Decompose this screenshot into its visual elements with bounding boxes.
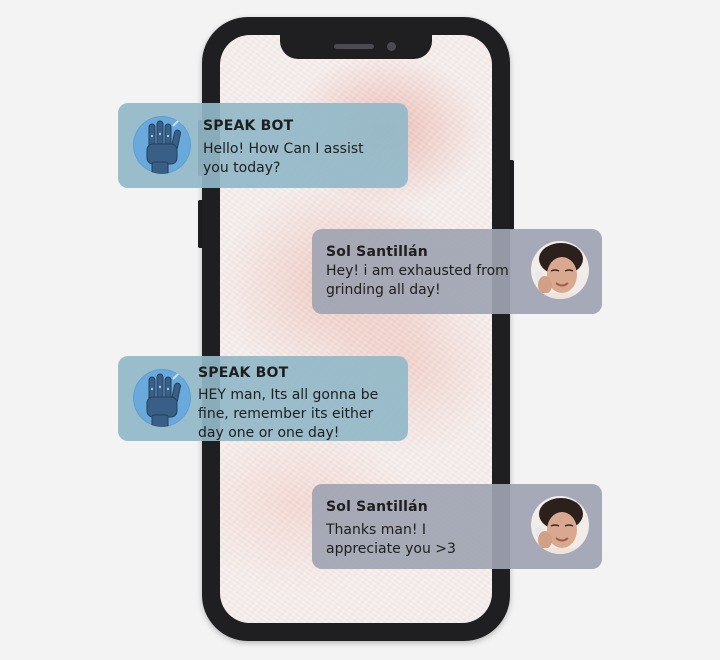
message-text: Thanks man! I appreciate you >3 xyxy=(326,522,456,557)
user-photo-avatar xyxy=(531,496,589,554)
sender-name: SPEAK BOT xyxy=(203,118,294,134)
message-text: Hey! i am exhausted from grinding all da… xyxy=(326,263,509,298)
user-photo-avatar xyxy=(531,241,589,299)
message-text: Hello! How Can I assist you today? xyxy=(203,141,364,176)
chat-message-bot[interactable]: SPEAK BOT Hello! How Can I assist you to… xyxy=(118,103,408,188)
sender-name: Sol Santillán xyxy=(326,499,428,515)
earpiece-speaker xyxy=(334,44,374,49)
sender-name: Sol Santillán xyxy=(326,244,428,260)
robot-hand-icon xyxy=(133,369,191,427)
chat-message-user[interactable]: Sol Santillán Hey! i am exhausted from g… xyxy=(312,229,602,314)
phone-notch xyxy=(280,35,432,59)
sender-name: SPEAK BOT xyxy=(198,365,289,381)
front-camera xyxy=(387,42,396,51)
chat-message-bot[interactable]: SPEAK BOT HEY man, Its all gonna be fine… xyxy=(118,356,408,441)
chat-message-user[interactable]: Sol Santillán Thanks man! I appreciate y… xyxy=(312,484,602,569)
robot-hand-icon xyxy=(133,116,191,174)
message-text: HEY man, Its all gonna be fine, remember… xyxy=(198,387,379,441)
